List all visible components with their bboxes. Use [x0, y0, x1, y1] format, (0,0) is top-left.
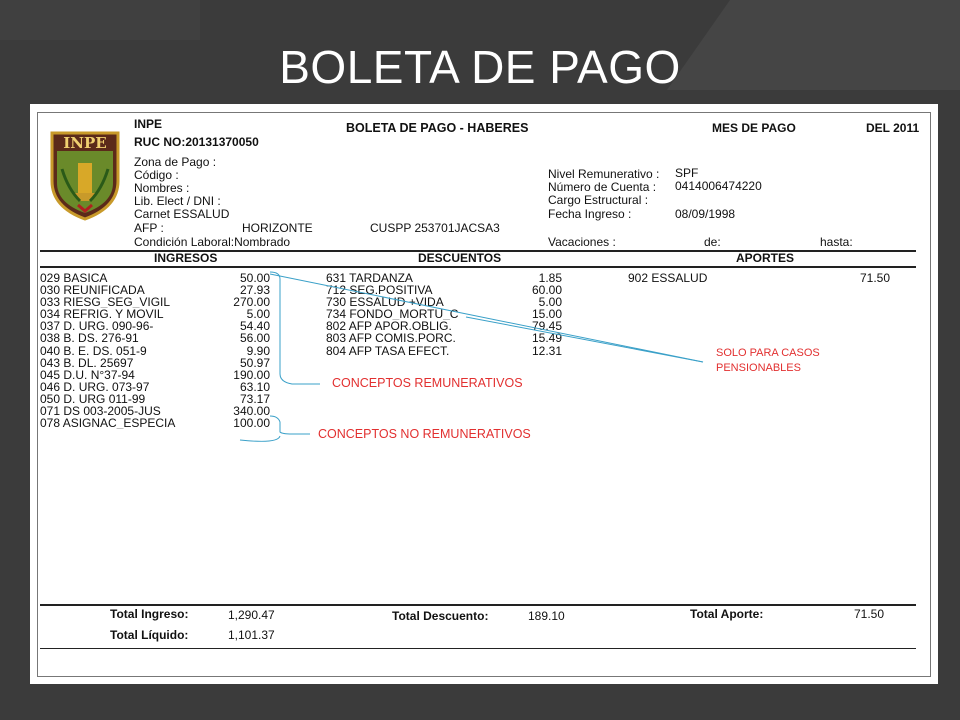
- aporte-item-label: 902 ESSALUD: [628, 272, 708, 285]
- slide-title: BOLETA DE PAGO: [279, 41, 681, 93]
- ingresos-heading: INGRESOS: [154, 251, 218, 265]
- ingreso-item-amount: 56.00: [239, 332, 270, 345]
- ingreso-item-label: 033 RIESG_SEG_VIGIL: [40, 296, 171, 309]
- org-name: INPE: [134, 117, 163, 131]
- ingreso-item-label: 050 D. URG 011-99: [40, 392, 146, 406]
- cuspp-value: CUSPP 253701JACSA3: [370, 221, 500, 235]
- aportes-heading: APORTES: [736, 251, 795, 265]
- ingreso-item-label: 030 REUNIFICADA: [40, 284, 145, 297]
- payslip-document: INPE INPE RUC NO:20131370050 BOLETA DE P…: [30, 104, 938, 684]
- ruc-number: RUC NO:20131370050: [134, 135, 259, 149]
- ingreso-item-label: 037 D. URG. 090-96-: [40, 320, 154, 333]
- ingreso-item-amount: 9.90: [246, 344, 270, 357]
- document-title: BOLETA DE PAGO - HABERES: [346, 121, 529, 135]
- total-liquido-value: 1,101.37: [228, 628, 275, 642]
- vacaciones-label: Vacaciones :: [548, 235, 616, 249]
- total-aporte-value: 71.50: [854, 607, 885, 621]
- total-ingreso-label: Total Ingreso:: [110, 607, 189, 621]
- ingreso-item-amount: 27.93: [239, 284, 270, 297]
- vacaciones-de-label: de:: [704, 235, 721, 249]
- ingresos-labels: 029 BASICA 030 REUNIFICADA 033 RIESG_SEG_V…: [40, 272, 226, 429]
- pensionables-annotation-line2: PENSIONABLES: [716, 362, 801, 374]
- total-ingreso-value: 1,290.47: [228, 608, 275, 622]
- ingreso-item-label: 034 REFRIG. Y MOVIL: [40, 308, 164, 321]
- afp-label: AFP :: [134, 221, 164, 235]
- total-liquido-label: Total Líquido:: [110, 628, 189, 642]
- descuento-item-amount: 60.00: [531, 284, 562, 297]
- descuentos-heading: DESCUENTOS: [418, 251, 502, 265]
- descuento-item-amount: 15.49: [531, 332, 562, 345]
- descuento-item-amount: 5.00: [538, 296, 562, 309]
- background-stripe: [0, 0, 200, 40]
- descuento-item-amount: 15.00: [531, 308, 562, 321]
- total-descuento-value: 189.10: [528, 609, 565, 623]
- ingreso-item-label: 038 B. DS. 276-91: [40, 332, 139, 345]
- descuento-item-label: 804 AFP TASA EFECT.: [326, 344, 450, 357]
- ingreso-item-amount: 54.40: [239, 320, 270, 333]
- aportes-amounts: 71.50: [830, 272, 890, 284]
- descuento-item-label: 802 AFP APOR.OBLIG.: [326, 320, 452, 333]
- descuento-item-amount: 79.45: [531, 320, 562, 333]
- ingreso-item-label: 046 D. URG. 073-97: [40, 380, 150, 393]
- ingreso-item-label: 029 BASICA: [40, 272, 108, 285]
- logo-text: INPE: [63, 134, 106, 152]
- ingreso-item-amount: 5.00: [246, 308, 270, 321]
- aporte-item-amount: 71.50: [859, 272, 890, 285]
- afp-value: HORIZONTE: [242, 221, 313, 235]
- ingreso-item-label: 078 ASIGNAC_ESPECIA: [40, 417, 176, 430]
- descuento-item-label: 803 AFP COMIS.PORC.: [326, 332, 456, 345]
- ingreso-item-amount: 73.17: [239, 392, 270, 406]
- ingreso-item-amount: 340.00: [233, 405, 270, 418]
- fecha-ingreso-label: Fecha Ingreso :: [548, 207, 632, 221]
- cargo-estructural-label: Cargo Estructural :: [548, 193, 649, 207]
- section-divider: [40, 266, 916, 268]
- pensionables-annotation-line1: SOLO PARA CASOS: [716, 347, 820, 359]
- total-descuento-label: Total Descuento:: [392, 609, 489, 623]
- ingreso-item-label: 071 DS 003-2005-JUS: [40, 405, 161, 418]
- conceptos-remunerativos-annotation: CONCEPTOS REMUNERATIVOS: [332, 376, 523, 390]
- ingreso-item-amount: 270.00: [233, 296, 270, 309]
- ingreso-item-amount: 190.00: [233, 368, 270, 381]
- carnet-essalud-label: Carnet ESSALUD: [134, 207, 230, 221]
- descuentos-amounts: 1.85 60.00 5.00 15.00 79.45 15.49 12.31: [500, 272, 562, 357]
- bottom-divider: [40, 648, 916, 649]
- totals-divider: [40, 604, 916, 606]
- ingreso-item-label: 043 B. DL. 25697: [40, 356, 134, 369]
- aportes-labels: 902 ESSALUD: [628, 272, 748, 284]
- mes-pago-label: MES DE PAGO: [712, 121, 796, 135]
- fecha-ingreso-value: 08/09/1998: [675, 207, 736, 221]
- condicion-laboral: Condición Laboral:Nombrado: [134, 235, 291, 249]
- inpe-shield-logo-icon: INPE: [50, 131, 120, 221]
- ingreso-item-amount: 50.97: [239, 356, 270, 369]
- descuento-item-label: 631 TARDANZA: [326, 272, 413, 285]
- numero-cuenta-value: 0414006474220: [675, 179, 762, 193]
- ingreso-item-label: 040 B. E. DS. 051-9: [40, 344, 147, 357]
- ingreso-item-amount: 63.10: [239, 380, 270, 393]
- ingreso-item-label: 045 D.U. N°37-94: [40, 368, 135, 381]
- descuento-item-amount: 12.31: [531, 344, 562, 357]
- descuento-item-amount: 1.85: [538, 272, 562, 285]
- descuento-item-label: 712 SEG.POSITIVA: [326, 284, 433, 297]
- year-label: DEL 2011: [866, 121, 920, 135]
- ingreso-item-amount: 100.00: [233, 417, 270, 430]
- descuento-item-label: 730 ESSALUD +VIDA: [326, 296, 444, 309]
- ingresos-amounts: 50.00 27.93 270.00 5.00 54.40 56.00 9.90 50.97 1…: [214, 272, 270, 429]
- ingreso-item-amount: 50.00: [239, 272, 270, 285]
- vacaciones-hasta-label: hasta:: [820, 235, 853, 249]
- descuentos-labels: 631 TARDANZA 712 SEG.POSITIVA 730 ESSALUD …: [326, 272, 474, 357]
- conceptos-no-remunerativos-annotation: CONCEPTOS NO REMUNERATIVOS: [318, 427, 531, 441]
- total-aporte-label: Total Aporte:: [690, 607, 764, 621]
- descuento-item-label: 734 FONDO_MORTU_C: [326, 308, 459, 321]
